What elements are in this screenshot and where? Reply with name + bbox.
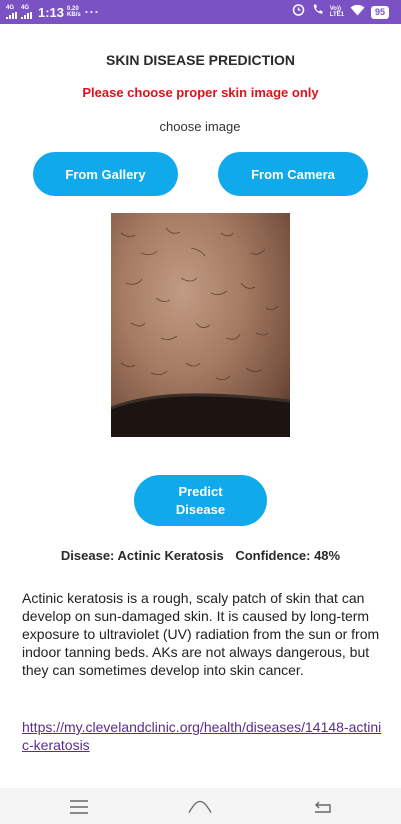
from-gallery-button[interactable]: From Gallery bbox=[33, 152, 178, 196]
volte-indicator: Vo)) LTE1 bbox=[330, 6, 344, 18]
more-notifications-icon: ··· bbox=[84, 5, 100, 19]
predict-disease-button[interactable]: Predict Disease bbox=[134, 475, 267, 526]
battery-level: 95 bbox=[374, 7, 385, 17]
network-label-2: 4G bbox=[21, 5, 30, 11]
network-indicator-1: 4G bbox=[6, 5, 17, 19]
status-bar: 4G 4G 1:13 0.20 KB/s ··· Vo)) LTE1 95 bbox=[0, 0, 401, 24]
choose-image-label: choose image bbox=[159, 119, 241, 134]
call-icon bbox=[311, 3, 324, 21]
predict-disease-label: Predict Disease bbox=[175, 483, 226, 517]
page-title: SKIN DISEASE PREDICTION bbox=[105, 52, 296, 68]
status-left: 4G 4G 1:13 0.20 KB/s ··· bbox=[6, 3, 100, 21]
status-time: 1:13 bbox=[38, 4, 65, 20]
skin-image-preview bbox=[111, 213, 290, 437]
back-icon[interactable] bbox=[311, 798, 335, 816]
from-camera-button[interactable]: From Camera bbox=[218, 152, 368, 196]
status-right: Vo)) LTE1 95 bbox=[292, 3, 389, 21]
wifi-icon bbox=[350, 3, 365, 21]
menu-icon[interactable] bbox=[67, 798, 91, 816]
network-speed: 0.20 KB/s bbox=[67, 6, 81, 18]
info-link[interactable]: https://my.clevelandclinic.org/health/di… bbox=[22, 718, 382, 754]
signal-icon bbox=[21, 12, 32, 19]
network-label-1: 4G bbox=[6, 5, 15, 11]
disease-result: Disease: Actinic Keratosis bbox=[60, 548, 224, 563]
signal-icon bbox=[6, 12, 17, 19]
network-indicator-2: 4G bbox=[21, 5, 32, 19]
prediction-result: Disease: Actinic Keratosis Confidence: 4… bbox=[0, 548, 401, 563]
confidence-result: Confidence: 48% bbox=[235, 548, 341, 563]
lte-label: LTE1 bbox=[329, 12, 344, 18]
disease-description: Actinic keratosis is a rough, scaly patc… bbox=[22, 590, 380, 678]
navigation-bar bbox=[0, 788, 401, 824]
home-icon[interactable] bbox=[188, 798, 212, 816]
warning-message: Please choose proper skin image only bbox=[82, 85, 319, 100]
alarm-icon bbox=[292, 3, 305, 21]
network-speed-unit: KB/s bbox=[67, 12, 81, 18]
battery-icon: 95 bbox=[370, 5, 389, 19]
